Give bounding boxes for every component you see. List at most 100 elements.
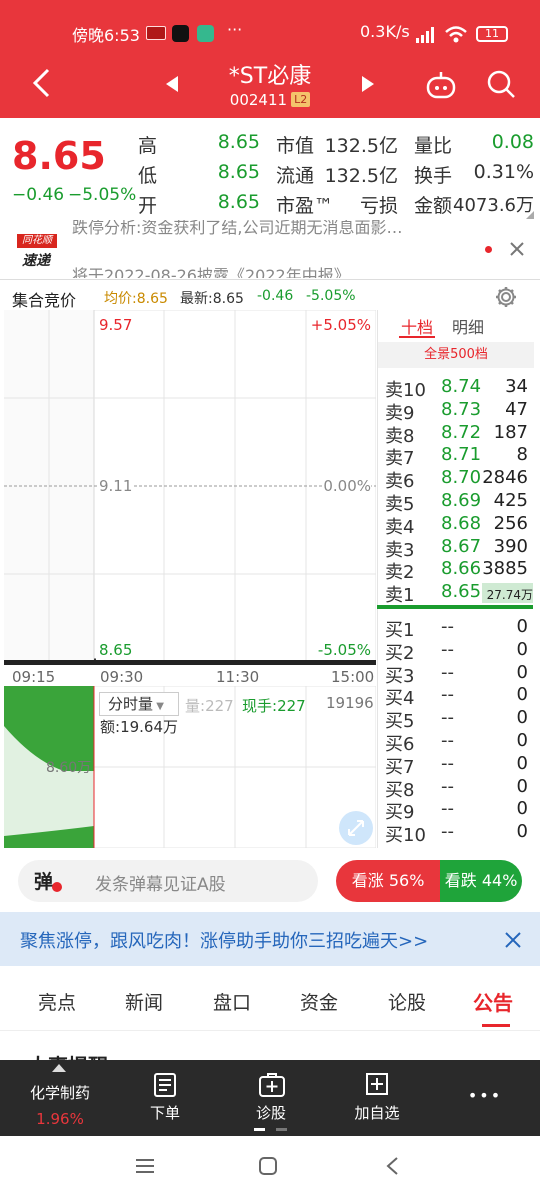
mktcap-label: 市值 xyxy=(276,135,315,157)
bid-price: -- xyxy=(441,752,454,774)
price-axis-bottom: 8.65 xyxy=(99,641,133,659)
volume-value: 量:227 xyxy=(185,695,234,716)
amount-value: 4073.6万 xyxy=(453,195,534,216)
open-label: 开 xyxy=(138,195,158,217)
bid-volume: 0 xyxy=(516,661,528,683)
recent-apps-icon[interactable] xyxy=(136,1158,154,1174)
search-icon[interactable] xyxy=(487,70,517,100)
unread-dot xyxy=(485,246,492,253)
ask-price: 8.71 xyxy=(441,444,482,466)
header-change-pct: -5.05% xyxy=(306,288,356,304)
low-label: 低 xyxy=(138,165,158,187)
bid-price: -- xyxy=(441,661,454,683)
bid-price: -- xyxy=(441,730,454,751)
sector-name[interactable]: 化学制药 xyxy=(0,1082,120,1103)
expand-corner-icon[interactable] xyxy=(526,211,534,219)
bid-price: -- xyxy=(441,707,454,729)
ask-level-label: 卖1 xyxy=(385,585,415,607)
latest-price: 最新:8.65 xyxy=(180,288,244,308)
mktcap-value: 132.5亿 xyxy=(324,135,398,157)
bid-volume: 0 xyxy=(516,752,528,774)
tab-forum[interactable]: 论股 xyxy=(388,988,426,1015)
volume-selector[interactable]: 分时量 ▼ xyxy=(99,692,179,716)
tab-highlights[interactable]: 亮点 xyxy=(38,988,76,1015)
ask-price: 8.72 xyxy=(441,421,482,443)
latest-price-value: 8.65 xyxy=(212,291,244,307)
battery-level: 11 xyxy=(485,27,499,40)
battery-icon: 11 xyxy=(476,26,508,42)
bid-level-label: 买10 xyxy=(385,825,426,847)
banner-close-icon[interactable] xyxy=(505,932,521,948)
more-icon[interactable]: ••• xyxy=(455,1086,515,1105)
bid-volume: 0 xyxy=(516,821,528,843)
vote-bear-button[interactable]: 看跌 44% xyxy=(440,860,522,902)
fullscreen-icon[interactable] xyxy=(339,811,373,845)
settings-gear-icon[interactable] xyxy=(494,285,518,309)
robot-assistant-icon[interactable] xyxy=(425,70,457,100)
system-nav-bar xyxy=(0,1136,540,1200)
volume-amount: 额:19.64万 xyxy=(100,716,178,737)
tab-detail[interactable]: 明细 xyxy=(452,314,484,338)
tab-news[interactable]: 新闻 xyxy=(125,988,163,1015)
express-label: 速递 xyxy=(22,253,50,269)
bid-price: -- xyxy=(441,798,454,820)
news-line-1: 跌停分析:资金获利了结,公司近期无消息面影… xyxy=(72,220,403,237)
news-ticker[interactable]: 跌停分析:资金获利了结,公司近期无消息面影… 将于2022-08-26披露《20… xyxy=(0,220,540,278)
avg-price-label: 均价: xyxy=(104,291,137,307)
bid-volume: 0 xyxy=(516,775,528,797)
time-tick-0930: 09:30 xyxy=(100,668,144,686)
add-watchlist-button[interactable]: 加自选 xyxy=(337,1102,417,1123)
current-hand-label: 现手: xyxy=(242,697,278,715)
bid-price: -- xyxy=(441,616,454,637)
volume-selector-label: 分时量 xyxy=(108,695,154,713)
app-notification-icon xyxy=(146,26,166,40)
signal-icon xyxy=(416,27,434,43)
divider xyxy=(0,1030,540,1031)
tab-ten-levels[interactable]: 十档 xyxy=(401,314,433,338)
sector-pct: 1.96% xyxy=(36,1110,84,1128)
danmu-badge: 弹 xyxy=(34,871,54,893)
ask-price: 8.73 xyxy=(441,398,482,420)
bid-volume: 0 xyxy=(516,798,528,820)
banner-text: 聚焦涨停，跟风吃肉！涨停助手助你三招吃遍天>> xyxy=(20,931,429,952)
bid-volume: 0 xyxy=(516,730,528,751)
danmu-input[interactable]: 弹 发条弹幕见证A股 xyxy=(18,860,318,902)
header-change: -0.46 xyxy=(257,288,294,304)
order-button[interactable]: 下单 xyxy=(130,1102,200,1123)
network-speed: 0.3K/s xyxy=(360,22,410,41)
ask-price: 8.67 xyxy=(441,535,482,557)
pct-axis-top: +5.05% xyxy=(310,316,371,334)
intraday-chart[interactable] xyxy=(4,310,376,665)
time-tick-1500: 15:00 xyxy=(331,668,375,686)
order-doc-icon xyxy=(154,1073,176,1097)
time-tick-0915: 09:15 xyxy=(12,668,56,686)
ask-volume: 2846 xyxy=(482,467,528,489)
bid-price: -- xyxy=(441,821,454,843)
tab-indicator xyxy=(482,1024,510,1027)
auction-price-label: 8.60万 xyxy=(46,760,92,776)
system-back-icon[interactable] xyxy=(386,1157,398,1175)
tab-order-flow[interactable]: 盘口 xyxy=(213,988,251,1015)
home-icon[interactable] xyxy=(259,1157,277,1175)
panorama-500-button[interactable]: 全景500档 xyxy=(378,342,534,368)
avg-price: 均价:8.65 xyxy=(104,288,168,308)
vote-bull-button[interactable]: 看涨 56% xyxy=(336,860,441,902)
price-axis-mid: 9.11 xyxy=(99,477,133,495)
volume-amount-label: 额: xyxy=(100,718,121,736)
ask-price: 8.66 xyxy=(441,558,482,580)
next-stock-icon[interactable] xyxy=(360,76,374,92)
level2-badge: L2 xyxy=(291,92,311,107)
ask-volume: 27.74万 xyxy=(486,588,533,603)
tab-announcements[interactable]: 公告 xyxy=(473,987,513,1016)
pe-label: 市盈™ xyxy=(276,195,334,217)
pct-axis-mid: 0.00% xyxy=(323,477,371,495)
ask-price: 8.68 xyxy=(441,512,482,534)
close-icon[interactable] xyxy=(510,242,524,256)
low-value: 8.65 xyxy=(217,161,260,183)
bid-volume: 0 xyxy=(516,707,528,729)
promo-banner[interactable]: 聚焦涨停，跟风吃肉！涨停助手助你三招吃遍天>> xyxy=(0,912,540,966)
diagnose-button[interactable]: 诊股 xyxy=(236,1102,306,1123)
tab-funds[interactable]: 资金 xyxy=(300,988,338,1015)
float-label: 流通 xyxy=(276,165,315,187)
price-change: −0.46 xyxy=(12,185,65,205)
